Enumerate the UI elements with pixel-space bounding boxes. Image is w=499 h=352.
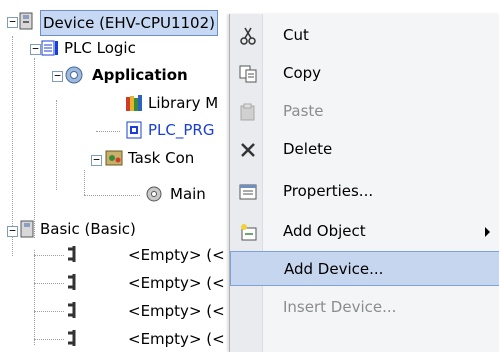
tree-line (96, 131, 120, 132)
tree-item-empty-slot[interactable]: <Empty> (< (128, 299, 225, 323)
tree-item-device[interactable]: Device (EHV-CPU1102) (40, 10, 218, 36)
slot-connector-icon (68, 246, 76, 262)
tree-item-library-manager[interactable]: Library M (148, 91, 218, 115)
tree-item-task-config[interactable]: Task Con (128, 146, 194, 170)
main-task-gear-icon (146, 186, 162, 202)
device-icon (19, 12, 33, 30)
menu-item-label: Properties... (283, 182, 374, 200)
tree-item-plc-logic[interactable]: PLC Logic (64, 36, 136, 60)
tree-item-plc-prg[interactable]: PLC_PRG (148, 118, 214, 142)
collapse-toggle[interactable]: − (52, 70, 63, 82)
menu-item-label: Delete (283, 140, 333, 158)
menu-item-label: Cut (283, 26, 309, 44)
menu-item-label: Add Device... (284, 260, 384, 278)
menu-item-label: Copy (283, 64, 322, 82)
menu-item-properties[interactable]: Properties... (230, 174, 499, 209)
tree-item-empty-slot[interactable]: <Empty> (< (128, 327, 225, 351)
tree-item-empty-slot[interactable]: <Empty> (< (128, 243, 225, 267)
slot-connector-icon (68, 330, 76, 346)
menu-item-label: Paste (283, 102, 324, 120)
paste-icon (240, 103, 255, 121)
context-menu: Cut Copy Paste Delete Properties... Add … (229, 14, 499, 352)
slot-connector-icon (68, 274, 76, 290)
menu-item-cut[interactable]: Cut (230, 18, 499, 53)
tree-line (12, 36, 13, 256)
menu-item-label: Add Object (283, 222, 366, 240)
properties-icon (239, 184, 257, 200)
scissors-icon (240, 27, 256, 45)
task-config-icon (105, 150, 123, 166)
slot-connector-icon (68, 302, 76, 318)
tree-line (34, 255, 64, 256)
copy-icon (239, 65, 257, 83)
tree-line (34, 311, 64, 312)
tree-line (84, 170, 85, 195)
tree-item-empty-slot[interactable]: <Empty> (< (128, 271, 225, 295)
tree-line (34, 339, 64, 340)
basic-device-icon (20, 220, 34, 238)
delete-x-icon (241, 143, 255, 157)
menu-item-insert-device[interactable]: Insert Device... (230, 290, 499, 325)
add-object-icon (241, 224, 257, 241)
application-gear-icon (65, 66, 83, 84)
tree-item-main-task[interactable]: Main (170, 182, 206, 206)
collapse-toggle[interactable]: − (91, 154, 102, 166)
menu-item-paste[interactable]: Paste (230, 94, 499, 129)
tree-item-application[interactable]: Application (92, 63, 188, 87)
tree-line (84, 195, 140, 196)
plc-logic-icon (41, 40, 58, 56)
tree-line (34, 250, 35, 345)
menu-item-add-object[interactable]: Add Object (230, 214, 499, 249)
menu-item-copy[interactable]: Copy (230, 56, 499, 91)
library-manager-icon (126, 95, 142, 111)
menu-item-add-device[interactable]: Add Device... (230, 251, 499, 286)
menu-item-delete[interactable]: Delete (230, 132, 499, 167)
tree-line (34, 58, 35, 238)
tree-item-basic[interactable]: Basic (Basic) (40, 217, 136, 241)
collapse-toggle[interactable]: − (7, 225, 18, 237)
menu-item-label: Insert Device... (283, 298, 397, 316)
program-icon (126, 121, 142, 139)
tree-line (56, 100, 57, 190)
submenu-arrow-icon (485, 227, 490, 237)
tree-line (34, 283, 64, 284)
